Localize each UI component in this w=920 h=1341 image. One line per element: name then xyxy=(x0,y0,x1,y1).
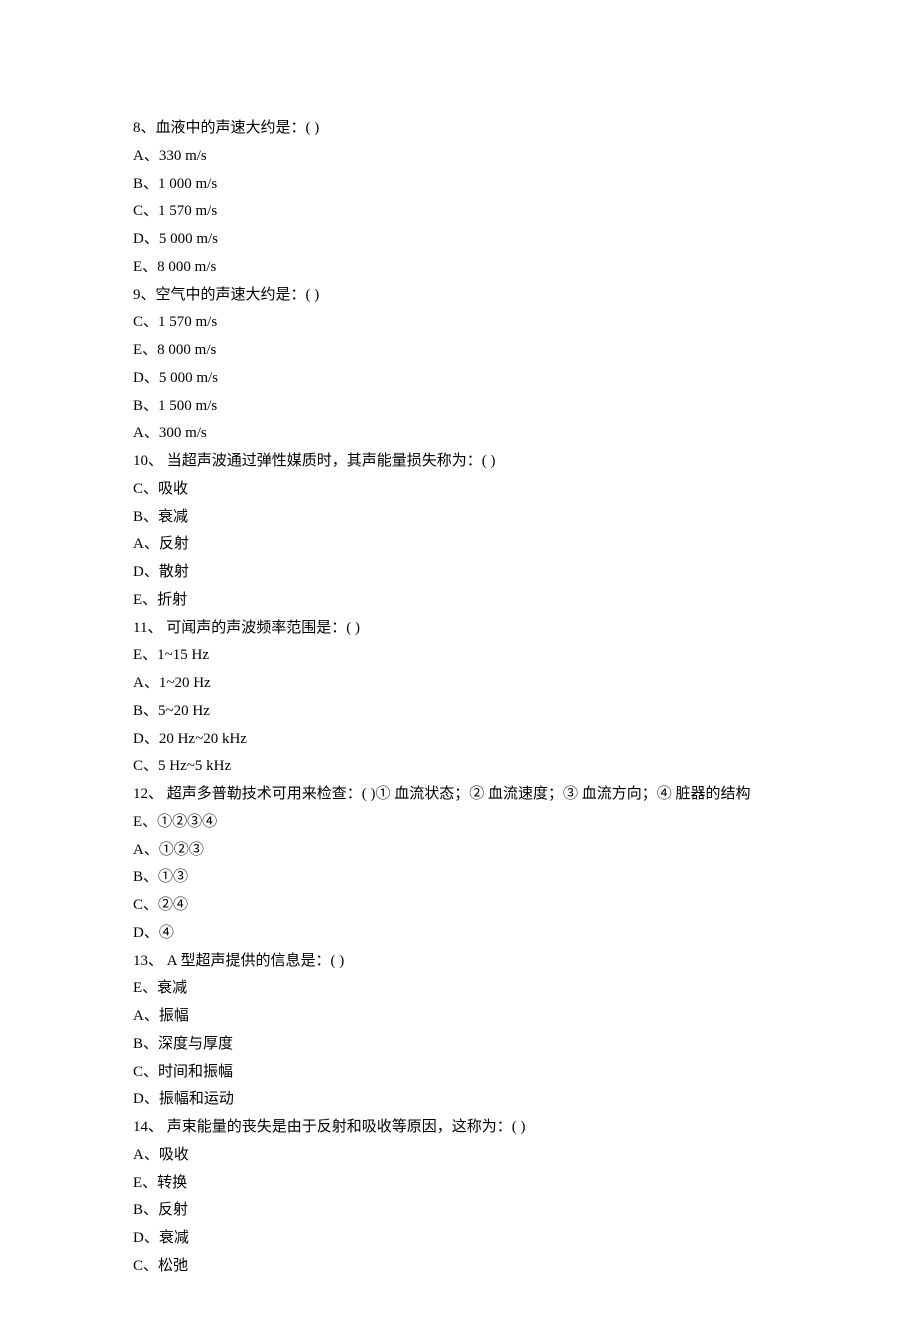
option-text: D、5 000 m/s xyxy=(133,226,787,254)
option-text: B、①③ xyxy=(133,864,787,892)
question-text: 8、血液中的声速大约是：( ) xyxy=(133,115,787,143)
option-text: A、300 m/s xyxy=(133,420,787,448)
question-block: 10、 当超声波通过弹性媒质时，其声能量损失称为：( )C、吸收B、衰减A、反射… xyxy=(133,448,787,615)
question-text: 13、 A 型超声提供的信息是：( ) xyxy=(133,948,787,976)
option-text: E、8 000 m/s xyxy=(133,337,787,365)
option-text: A、1~20 Hz xyxy=(133,670,787,698)
option-text: D、振幅和运动 xyxy=(133,1086,787,1114)
option-text: A、反射 xyxy=(133,531,787,559)
option-text: C、时间和振幅 xyxy=(133,1059,787,1087)
option-text: D、20 Hz~20 kHz xyxy=(133,726,787,754)
option-text: E、折射 xyxy=(133,587,787,615)
question-block: 13、 A 型超声提供的信息是：( )E、衰减A、振幅B、深度与厚度C、时间和振… xyxy=(133,948,787,1115)
option-text: D、④ xyxy=(133,920,787,948)
option-text: D、散射 xyxy=(133,559,787,587)
option-text: C、吸收 xyxy=(133,476,787,504)
option-text: A、①②③ xyxy=(133,837,787,865)
option-text: C、1 570 m/s xyxy=(133,198,787,226)
option-text: B、5~20 Hz xyxy=(133,698,787,726)
option-text: B、衰减 xyxy=(133,504,787,532)
option-text: D、衰减 xyxy=(133,1225,787,1253)
question-text: 9、空气中的声速大约是：( ) xyxy=(133,282,787,310)
question-block: 11、 可闻声的声波频率范围是：( )E、1~15 HzA、1~20 HzB、5… xyxy=(133,615,787,782)
option-text: C、②④ xyxy=(133,892,787,920)
option-text: C、5 Hz~5 kHz xyxy=(133,753,787,781)
option-text: C、松弛 xyxy=(133,1253,787,1281)
option-text: B、1 000 m/s xyxy=(133,171,787,199)
question-block: 8、血液中的声速大约是：( )A、330 m/sB、1 000 m/sC、1 5… xyxy=(133,115,787,282)
option-text: E、转换 xyxy=(133,1170,787,1198)
option-text: E、8 000 m/s xyxy=(133,254,787,282)
option-text: C、1 570 m/s xyxy=(133,309,787,337)
option-text: A、吸收 xyxy=(133,1142,787,1170)
question-text: 12、 超声多普勒技术可用来检查：( )① 血流状态；② 血流速度；③ 血流方向… xyxy=(133,781,787,809)
option-text: B、1 500 m/s xyxy=(133,393,787,421)
option-text: E、1~15 Hz xyxy=(133,642,787,670)
option-text: E、衰减 xyxy=(133,975,787,1003)
question-block: 14、 声束能量的丧失是由于反射和吸收等原因，这称为：( )A、吸收E、转换B、… xyxy=(133,1114,787,1281)
question-text: 14、 声束能量的丧失是由于反射和吸收等原因，这称为：( ) xyxy=(133,1114,787,1142)
question-block: 12、 超声多普勒技术可用来检查：( )① 血流状态；② 血流速度；③ 血流方向… xyxy=(133,781,787,948)
question-text: 11、 可闻声的声波频率范围是：( ) xyxy=(133,615,787,643)
option-text: A、振幅 xyxy=(133,1003,787,1031)
question-block: 9、空气中的声速大约是：( )C、1 570 m/sE、8 000 m/sD、5… xyxy=(133,282,787,449)
option-text: D、5 000 m/s xyxy=(133,365,787,393)
question-text: 10、 当超声波通过弹性媒质时，其声能量损失称为：( ) xyxy=(133,448,787,476)
option-text: E、①②③④ xyxy=(133,809,787,837)
option-text: B、反射 xyxy=(133,1197,787,1225)
option-text: A、330 m/s xyxy=(133,143,787,171)
option-text: B、深度与厚度 xyxy=(133,1031,787,1059)
